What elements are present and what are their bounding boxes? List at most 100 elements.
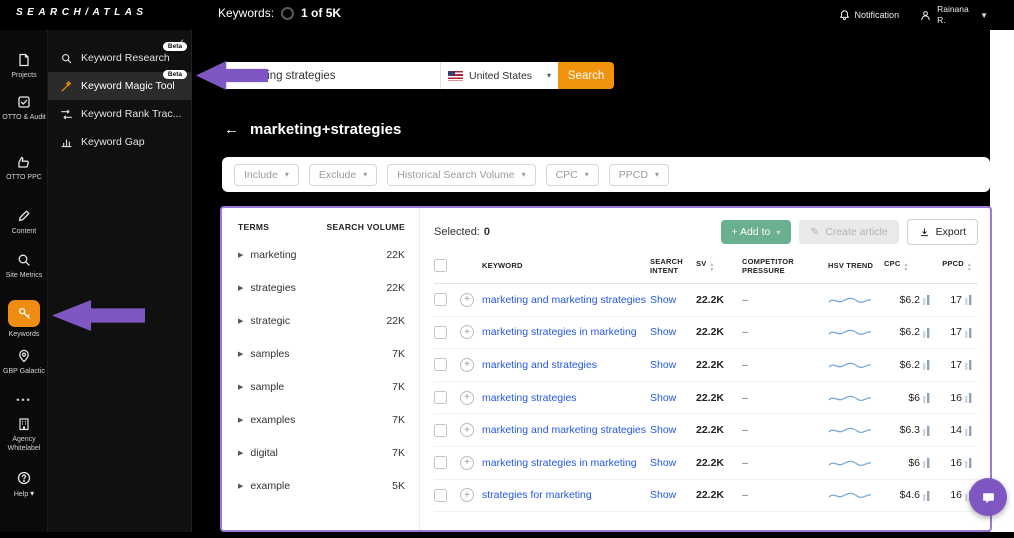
row-checkbox[interactable] bbox=[434, 391, 447, 404]
country-select[interactable]: United States ▾ bbox=[440, 62, 558, 89]
back-arrow-icon[interactable]: ← bbox=[224, 121, 239, 138]
sidebar-item-otto-audit[interactable]: OTTO & Audit bbox=[0, 94, 48, 122]
sort-icon: ▲▼ bbox=[967, 263, 972, 272]
show-intent-link[interactable]: Show bbox=[650, 392, 696, 404]
menu-item-keyword-magic-tool[interactable]: Keyword Magic Tool Beta bbox=[48, 72, 192, 100]
hsv-trend-sparkline bbox=[828, 423, 884, 437]
term-row[interactable]: ▶marketing 22K bbox=[238, 238, 405, 271]
col-competitor-pressure: COMPETITOR PRESSURE bbox=[742, 257, 828, 275]
cpc-value: $6 bbox=[884, 457, 936, 469]
show-intent-link[interactable]: Show bbox=[650, 326, 696, 338]
ppcd-value: 17 bbox=[936, 359, 978, 371]
export-button[interactable]: Export bbox=[907, 219, 978, 245]
menu-item-keyword-rank-tracker[interactable]: Keyword Rank Trac... bbox=[48, 100, 192, 128]
filter-ppcd[interactable]: PPCD▾ bbox=[609, 164, 669, 186]
add-keyword-icon[interactable]: + bbox=[460, 456, 474, 470]
chat-widget-button[interactable] bbox=[969, 478, 1007, 516]
table-row: + strategies for marketing Show 22.2K – … bbox=[434, 480, 978, 513]
expand-arrow-icon: ▶ bbox=[238, 251, 243, 259]
user-menu[interactable]: Rainana R. ▼ bbox=[919, 4, 988, 25]
row-checkbox[interactable] bbox=[434, 358, 447, 371]
term-row[interactable]: ▶strategies 22K bbox=[238, 271, 405, 304]
add-keyword-icon[interactable]: + bbox=[460, 488, 474, 502]
download-icon bbox=[919, 227, 930, 238]
keywords-key-icon bbox=[8, 300, 40, 327]
term-row[interactable]: ▶sample 7K bbox=[238, 370, 405, 403]
page-gutter bbox=[990, 30, 1014, 532]
mini-bars-icon bbox=[965, 359, 972, 370]
col-ppcd[interactable]: PPCD▲▼ bbox=[936, 259, 978, 272]
sidebar-item-content[interactable]: Content bbox=[0, 208, 48, 236]
results-panel: TERMS SEARCH VOLUME ▶marketing 22K ▶stra… bbox=[220, 206, 992, 532]
menu-item-keyword-gap[interactable]: Keyword Gap bbox=[48, 128, 192, 156]
sidebar-item-site-metrics[interactable]: Site Metrics bbox=[0, 252, 48, 280]
show-intent-link[interactable]: Show bbox=[650, 359, 696, 371]
sidebar-item-gbp-galactic[interactable]: GBP Galactic bbox=[0, 348, 48, 376]
filter-include[interactable]: Include▾ bbox=[234, 164, 299, 186]
term-row[interactable]: ▶examples 7K bbox=[238, 403, 405, 436]
col-sv[interactable]: SV▲▼ bbox=[696, 259, 742, 272]
mini-bars-icon bbox=[923, 490, 930, 501]
show-intent-link[interactable]: Show bbox=[650, 489, 696, 501]
term-row[interactable]: ▶strategic 22K bbox=[238, 304, 405, 337]
mini-bars-icon bbox=[965, 457, 972, 468]
filter-exclude[interactable]: Exclude▾ bbox=[309, 164, 377, 186]
sidebar-item-otto-ppc[interactable]: OTTO PPC bbox=[0, 154, 48, 182]
mini-bars-icon bbox=[923, 327, 930, 338]
add-keyword-icon[interactable]: + bbox=[460, 293, 474, 307]
term-row[interactable]: ▶example 5K bbox=[238, 469, 405, 502]
projects-icon bbox=[0, 52, 48, 68]
competitor-pressure-value: – bbox=[742, 392, 828, 404]
keyword-link[interactable]: marketing and strategies bbox=[482, 359, 650, 371]
keyword-link[interactable]: marketing and marketing strategies bbox=[482, 294, 650, 306]
hsv-trend-sparkline bbox=[828, 293, 884, 307]
term-row[interactable]: ▶samples 7K bbox=[238, 337, 405, 370]
keyword-link[interactable]: marketing strategies bbox=[482, 392, 650, 404]
sidebar-item-agency-whitelabel[interactable]: Agency Whitelabel bbox=[0, 416, 48, 453]
competitor-pressure-value: – bbox=[742, 294, 828, 306]
keywords-usage-label: Keywords: bbox=[218, 6, 274, 20]
keywords-usage-status: Keywords: 1 of 5K bbox=[218, 6, 341, 20]
expand-arrow-icon: ▶ bbox=[238, 284, 243, 292]
sidebar-item-projects[interactable]: Projects bbox=[0, 52, 48, 80]
keyword-results: Selected:0 + Add to▾ ✎ Create article Ex… bbox=[420, 208, 990, 530]
keyword-link[interactable]: marketing strategies in marketing bbox=[482, 326, 650, 338]
search-button[interactable]: Search bbox=[558, 62, 614, 89]
ppcd-value: 17 bbox=[936, 326, 978, 338]
show-intent-link[interactable]: Show bbox=[650, 294, 696, 306]
row-checkbox[interactable] bbox=[434, 424, 447, 437]
row-checkbox[interactable] bbox=[434, 326, 447, 339]
show-intent-link[interactable]: Show bbox=[650, 457, 696, 469]
add-keyword-icon[interactable]: + bbox=[460, 358, 474, 372]
sidebar-item-keywords[interactable]: Keywords bbox=[0, 300, 48, 339]
sidebar-more-menu[interactable]: ••• bbox=[0, 395, 48, 405]
keyword-link[interactable]: marketing and marketing strategies bbox=[482, 424, 650, 436]
sidebar-item-help[interactable]: Help ▾ bbox=[0, 470, 48, 499]
cpc-value: $4.6 bbox=[884, 489, 936, 501]
filter-historical-search-volume[interactable]: Historical Search Volume▾ bbox=[387, 164, 535, 186]
notification-button[interactable]: Notification bbox=[838, 9, 900, 22]
filter-cpc[interactable]: CPC▾ bbox=[546, 164, 599, 186]
show-intent-link[interactable]: Show bbox=[650, 424, 696, 436]
create-article-button[interactable]: ✎ Create article bbox=[799, 220, 898, 244]
add-keyword-icon[interactable]: + bbox=[460, 423, 474, 437]
select-all-checkbox[interactable] bbox=[434, 259, 447, 272]
keyword-link[interactable]: strategies for marketing bbox=[482, 489, 650, 501]
keyword-link[interactable]: marketing strategies in marketing bbox=[482, 457, 650, 469]
add-keyword-icon[interactable]: + bbox=[460, 325, 474, 339]
menu-item-keyword-research[interactable]: Keyword Research Beta bbox=[48, 44, 192, 72]
col-cpc[interactable]: CPC▲▼ bbox=[884, 259, 936, 272]
add-keyword-icon[interactable]: + bbox=[460, 391, 474, 405]
hsv-trend-sparkline bbox=[828, 488, 884, 502]
row-checkbox[interactable] bbox=[434, 489, 447, 502]
cpc-value: $6.2 bbox=[884, 326, 936, 338]
row-checkbox[interactable] bbox=[434, 456, 447, 469]
mini-bars-icon bbox=[965, 294, 972, 305]
mini-bars-icon bbox=[923, 425, 930, 436]
sv-value: 22.2K bbox=[696, 359, 742, 371]
beta-badge: Beta bbox=[163, 70, 187, 79]
expand-arrow-icon: ▶ bbox=[238, 482, 243, 490]
term-row[interactable]: ▶digital 7K bbox=[238, 436, 405, 469]
add-to-button[interactable]: + Add to▾ bbox=[721, 220, 792, 244]
row-checkbox[interactable] bbox=[434, 293, 447, 306]
